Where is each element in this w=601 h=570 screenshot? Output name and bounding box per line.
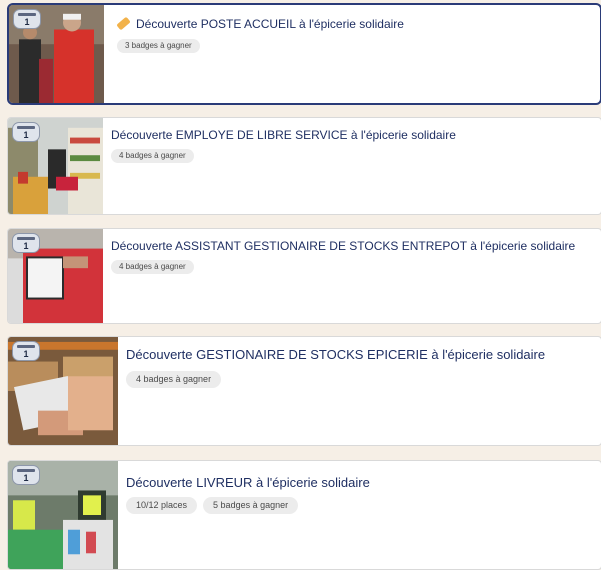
badges-chip: 5 badges à gagner <box>203 497 299 514</box>
activity-card-gestionaire-stocks-epicerie[interactable]: 1 Découverte GESTIONAIRE DE STOCKS EPICE… <box>7 336 601 446</box>
card-image: 1 <box>8 229 103 323</box>
activity-card-employe-libre-service[interactable]: 1 Découverte EMPLOYE DE LIBRE SERVICE à … <box>7 117 601 215</box>
card-title[interactable]: Découverte GESTIONAIRE DE STOCKS EPICERI… <box>126 347 545 362</box>
session-count-badge: 1 <box>12 465 40 485</box>
pencil-icon <box>116 16 131 31</box>
card-image: 1 <box>9 5 104 103</box>
badges-chip: 3 badges à gagner <box>117 39 200 53</box>
badges-chip: 4 badges à gagner <box>111 260 194 274</box>
card-image: 1 <box>8 461 118 569</box>
session-count-badge: 1 <box>13 9 41 29</box>
places-chip: 10/12 places <box>126 497 198 514</box>
badges-chip: 4 badges à gagner <box>111 149 194 163</box>
card-image: 1 <box>8 337 118 445</box>
activity-card-poste-accueil[interactable]: 1 Découverte POSTE ACCUEIL à l'épicerie … <box>7 3 601 105</box>
badges-chip: 4 badges à gagner <box>126 371 222 388</box>
card-image: 1 <box>8 118 103 214</box>
card-title[interactable]: Découverte ASSISTANT GESTIONAIRE DE STOC… <box>111 239 575 253</box>
activity-card-assistant-gestionaire-stocks[interactable]: 1 Découverte ASSISTANT GESTIONAIRE DE ST… <box>7 228 601 324</box>
card-title[interactable]: Découverte LIVREUR à l'épicerie solidair… <box>126 475 370 490</box>
session-count-badge: 1 <box>12 341 40 361</box>
session-count-badge: 1 <box>12 122 40 142</box>
activity-card-livreur[interactable]: 1 Découverte LIVREUR à l'épicerie solida… <box>7 460 601 570</box>
card-title[interactable]: Découverte EMPLOYE DE LIBRE SERVICE à l'… <box>111 128 456 142</box>
card-title[interactable]: Découverte POSTE ACCUEIL à l'épicerie so… <box>116 16 404 31</box>
session-count-badge: 1 <box>12 233 40 253</box>
